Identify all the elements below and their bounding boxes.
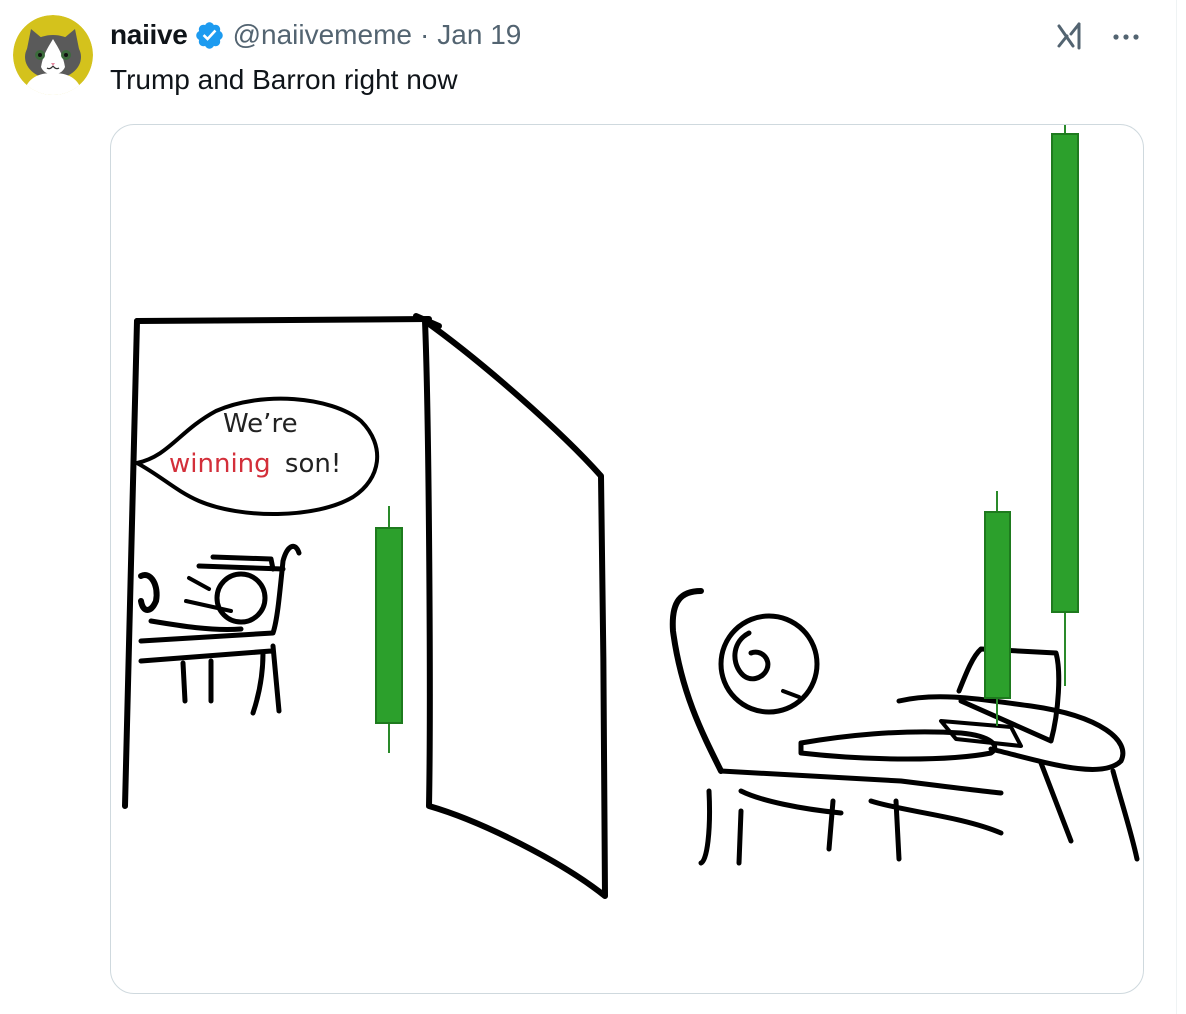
- timeline-divider: [1176, 0, 1177, 1014]
- door-frame-top: [134, 316, 432, 324]
- chair-back: [669, 588, 724, 774]
- more-dots-icon[interactable]: [1108, 20, 1144, 52]
- speech-line2: winning son!: [169, 449, 341, 479]
- candle-large: [1051, 125, 1079, 686]
- candle-small: [375, 506, 403, 753]
- door-panel: [422, 318, 608, 899]
- meme-drawing: We’re winning son!: [122, 125, 1140, 899]
- author-handle[interactable]: @naiivememe: [233, 19, 412, 51]
- tweet: naiive @naiivememe · Jan 19 Trump and Ba…: [0, 0, 1186, 1014]
- tweet-media[interactable]: We’re winning son!: [110, 124, 1144, 994]
- grok-icon[interactable]: [1055, 20, 1087, 52]
- candle-medium: [984, 491, 1011, 726]
- tweet-text: Trump and Barron right now: [110, 64, 458, 95]
- tweet-header: naiive @naiivememe · Jan 19: [110, 17, 521, 53]
- verified-badge-icon[interactable]: [194, 20, 225, 51]
- tweet-date[interactable]: Jan 19: [437, 19, 521, 51]
- avatar[interactable]: [13, 15, 93, 95]
- separator-dot: ·: [419, 19, 430, 50]
- speech-rest: son!: [285, 449, 341, 479]
- door-frame-left: [122, 318, 140, 809]
- speech-line1: We’re: [223, 409, 298, 439]
- cat-avatar-icon: [13, 15, 93, 95]
- author-name[interactable]: naiive: [110, 19, 188, 51]
- speech-highlight: winning: [169, 449, 271, 479]
